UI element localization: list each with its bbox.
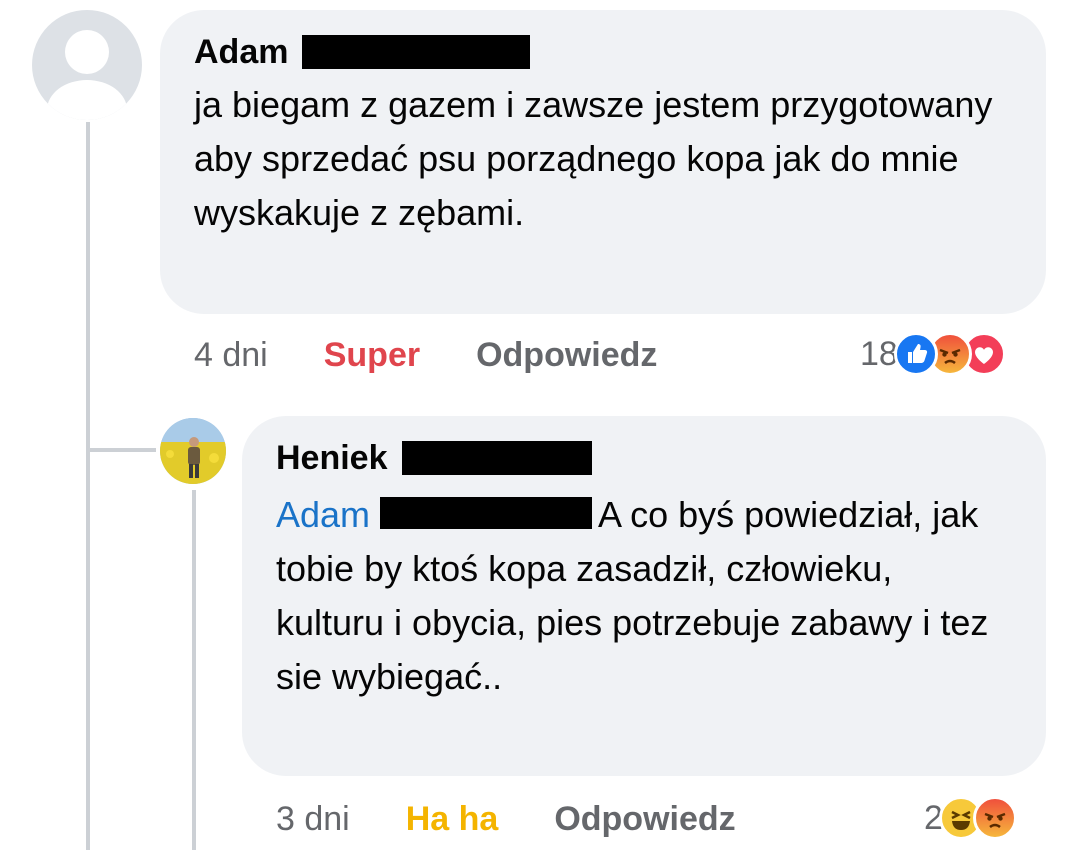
- comment-text: ja biegam z gazem i zawsze jestem przygo…: [194, 84, 993, 233]
- comment-author[interactable]: Heniek: [276, 438, 388, 478]
- reaction-summary[interactable]: 2: [924, 796, 1017, 840]
- reply-button[interactable]: Odpowiedz: [554, 800, 735, 839]
- reply-button[interactable]: Odpowiedz: [476, 336, 657, 375]
- reaction-button[interactable]: Super: [324, 336, 420, 375]
- redacted-name: [380, 497, 593, 529]
- comment-time[interactable]: 3 dni: [276, 800, 350, 839]
- avatar-heniek[interactable]: [160, 418, 226, 484]
- comment-bubble: Adam ja biegam z gazem i zawsze jestem p…: [160, 10, 1046, 314]
- redacted-name: [302, 35, 531, 69]
- comment-actions: 4 dni Super Odpowiedz: [194, 336, 657, 375]
- mention-link[interactable]: Adam: [276, 494, 370, 535]
- thread-line-branch: [86, 448, 156, 452]
- thread-line-reply: [192, 490, 196, 850]
- comment-actions: 3 dni Ha ha Odpowiedz: [276, 800, 736, 839]
- reaction-count: 18: [860, 334, 898, 373]
- reaction-button[interactable]: Ha ha: [406, 800, 499, 839]
- avatar-default[interactable]: [32, 10, 142, 120]
- comment-time[interactable]: 4 dni: [194, 336, 268, 375]
- reaction-summary[interactable]: 18: [860, 332, 1006, 376]
- comment-author[interactable]: Adam: [194, 32, 288, 72]
- comment-bubble: Heniek Adam A co byś powiedział, jak tobi…: [242, 416, 1046, 776]
- thread-line-main: [86, 122, 90, 850]
- angry-icon: [972, 796, 1017, 840]
- like-icon: [893, 332, 938, 376]
- comment-text: Adam A co byś powiedział, jak tobie by kt…: [276, 488, 1006, 704]
- redacted-name: [401, 441, 592, 475]
